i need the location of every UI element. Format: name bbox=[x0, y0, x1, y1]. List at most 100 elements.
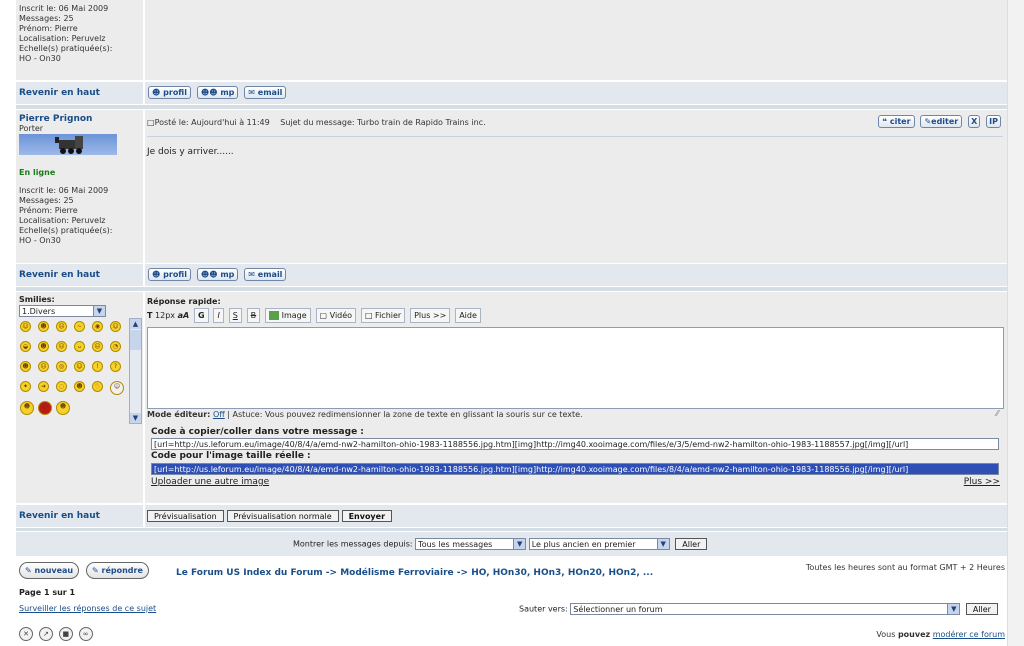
breadcrumb-separator: -> bbox=[325, 568, 338, 578]
reply-button[interactable]: ✎ répondre bbox=[86, 562, 149, 579]
rank-image bbox=[19, 134, 117, 155]
tongue-icon[interactable]: ᴗ bbox=[74, 341, 85, 352]
quote-button[interactable]: ❝ citer bbox=[878, 115, 915, 128]
clown-icon[interactable]: ☺ bbox=[110, 381, 124, 395]
font-size-button[interactable]: T 12px aA bbox=[147, 309, 189, 322]
sad-icon[interactable]: ☹ bbox=[56, 321, 67, 332]
bunny-icon[interactable]: ☻ bbox=[56, 401, 70, 415]
breadcrumb-category-link[interactable]: Modélisme Ferroviaire bbox=[340, 568, 453, 578]
copy-code-label: Code à copier/coller dans votre message … bbox=[151, 427, 364, 437]
arrow-icon[interactable]: ➜ bbox=[38, 381, 49, 392]
cool-icon[interactable]: ◒ bbox=[20, 341, 31, 352]
more-link[interactable]: Plus >> bbox=[964, 477, 1000, 487]
confused-icon[interactable]: ~ bbox=[74, 321, 85, 332]
smilies-scrollbar[interactable]: ▲ ▼ bbox=[129, 318, 142, 424]
send-button[interactable]: Envoyer bbox=[341, 510, 393, 522]
demon-icon[interactable]: ☹ bbox=[38, 401, 52, 415]
underline-button[interactable]: S bbox=[228, 308, 242, 323]
scroll-thumb[interactable] bbox=[130, 330, 141, 350]
new-topic-label: nouveau bbox=[34, 566, 74, 575]
scroll-down-icon[interactable]: ▼ bbox=[130, 413, 141, 423]
jump-go-button[interactable]: Aller bbox=[965, 603, 998, 615]
exclaim-icon[interactable]: ! bbox=[92, 361, 103, 372]
close-icon[interactable]: ✕ bbox=[19, 627, 33, 641]
quote-icon: ❝ bbox=[882, 117, 888, 126]
ip-button[interactable]: IP bbox=[986, 115, 1001, 128]
separator bbox=[16, 287, 1007, 291]
evil-icon[interactable]: ☻ bbox=[20, 361, 31, 372]
back-to-top-link[interactable]: Revenir en haut bbox=[19, 270, 100, 280]
video-button[interactable]: ▢ Vidéo bbox=[315, 308, 357, 323]
move-icon[interactable]: ↗ bbox=[38, 627, 53, 641]
preview-button[interactable]: Prévisualisation bbox=[147, 510, 224, 522]
happy-icon[interactable]: ☻ bbox=[38, 321, 49, 332]
smile-icon[interactable]: ☺ bbox=[20, 321, 31, 332]
back-to-top-cell: Revenir en haut bbox=[16, 264, 143, 286]
watch-topic-link[interactable]: Surveiller les réponses de ce sujet bbox=[19, 604, 156, 613]
moderate-link[interactable]: modérer ce forum bbox=[933, 630, 1005, 639]
more-button[interactable]: Plus >> bbox=[410, 308, 451, 323]
email-button[interactable]: ✉ email bbox=[244, 86, 287, 99]
forum-page: Inscrit le: 06 Mai 2009 Messages: 25 Pré… bbox=[16, 0, 1007, 646]
copy-code-field[interactable]: [url=http://us.leforum.eu/image/40/8/4/a… bbox=[151, 438, 999, 450]
edit-button[interactable]: ✎editer bbox=[920, 115, 963, 128]
location-text: Localisation: Peruvelz bbox=[19, 216, 106, 225]
upload-other-link[interactable]: Uploader une autre image bbox=[151, 477, 269, 487]
alien-icon[interactable]: ☻ bbox=[20, 401, 34, 415]
jump-select[interactable]: Sélectionner un forum ▼ bbox=[570, 603, 961, 615]
angry-icon[interactable]: ☹ bbox=[92, 341, 103, 352]
email-button[interactable]: ✉ email bbox=[244, 268, 287, 281]
back-to-top-link[interactable]: Revenir en haut bbox=[19, 88, 100, 98]
reply-label: répondre bbox=[101, 566, 143, 575]
teeth-icon[interactable]: ☻ bbox=[74, 381, 85, 392]
italic-button[interactable]: I bbox=[213, 308, 224, 323]
back-to-top-link[interactable]: Revenir en haut bbox=[19, 511, 100, 521]
scroll-up-icon[interactable]: ▲ bbox=[130, 319, 141, 329]
author-name[interactable]: Pierre Prignon bbox=[19, 114, 92, 124]
profile-button[interactable]: ☻ profil bbox=[148, 268, 191, 281]
order-select[interactable]: Le plus ancien en premier ▼ bbox=[528, 538, 670, 550]
help-button[interactable]: Aide bbox=[455, 308, 481, 323]
new-topic-button[interactable]: ✎ nouveau bbox=[19, 562, 80, 579]
pm-button[interactable]: ☻☻ mp bbox=[196, 268, 239, 281]
eyes-icon[interactable]: ◉ bbox=[92, 321, 103, 332]
laugh-icon[interactable]: ☻ bbox=[38, 341, 49, 352]
post-body-text: Je dois y arriver...... bbox=[147, 147, 234, 157]
envelope-icon: ✉ bbox=[248, 270, 255, 279]
profile-button[interactable]: ☻ profil bbox=[148, 86, 191, 99]
post-row: Pierre Prignon Porter En ligne Inscrit l… bbox=[16, 110, 1007, 263]
grin-icon[interactable]: ☺ bbox=[110, 321, 121, 332]
fullsize-code-field[interactable]: [url=http://us.leforum.eu/image/40/8/4/a… bbox=[151, 463, 999, 475]
resize-handle-icon[interactable]: ⁄⁄ bbox=[996, 409, 999, 418]
cry-icon[interactable]: ☹ bbox=[56, 341, 67, 352]
preview-normal-button[interactable]: Prévisualisation normale bbox=[226, 510, 339, 522]
bold-button[interactable]: G bbox=[194, 308, 209, 323]
pm-button[interactable]: ☻☻ mp bbox=[196, 86, 239, 99]
lock-icon[interactable]: ■ bbox=[58, 627, 73, 641]
scales-text: HO - On30 bbox=[19, 54, 61, 63]
filter-go-button[interactable]: Aller bbox=[675, 538, 708, 550]
separator bbox=[16, 528, 1007, 531]
neutral-icon[interactable]: ◌ bbox=[56, 381, 67, 392]
wink-icon[interactable]: ◔ bbox=[110, 341, 121, 352]
thumbsup-icon[interactable]: ✋ bbox=[92, 381, 103, 392]
delete-button[interactable]: X bbox=[968, 115, 981, 128]
smilies-category-select[interactable]: 1.Divers ▼ bbox=[19, 305, 106, 317]
image-button[interactable]: Image bbox=[265, 308, 311, 323]
surprised-icon[interactable]: ◎ bbox=[56, 361, 67, 372]
post-date: Posté le: Aujourd'hui à 11:49 bbox=[154, 118, 270, 127]
split-icon[interactable]: ∞ bbox=[78, 627, 93, 641]
file-button[interactable]: □ Fichier bbox=[360, 308, 406, 323]
since-select[interactable]: Tous les messages ▼ bbox=[415, 538, 527, 550]
breadcrumb-site-link[interactable]: Le Forum US Index du Forum bbox=[176, 568, 323, 578]
blush-icon[interactable]: ☺ bbox=[74, 361, 85, 372]
devil-icon[interactable]: ☹ bbox=[38, 361, 49, 372]
message-textarea[interactable] bbox=[147, 327, 1004, 409]
mode-toggle-link[interactable]: Off bbox=[213, 410, 225, 419]
strike-button[interactable]: B bbox=[246, 308, 261, 323]
moderate-prefix: Vous bbox=[876, 630, 896, 639]
breadcrumb-forum-link[interactable]: HO, HOn30, HOn3, HOn20, HOn2, ... bbox=[471, 568, 653, 578]
question-icon[interactable]: ? bbox=[110, 361, 121, 372]
idea-icon[interactable]: ✦ bbox=[20, 381, 31, 392]
page-scrollbar[interactable] bbox=[1007, 0, 1024, 646]
